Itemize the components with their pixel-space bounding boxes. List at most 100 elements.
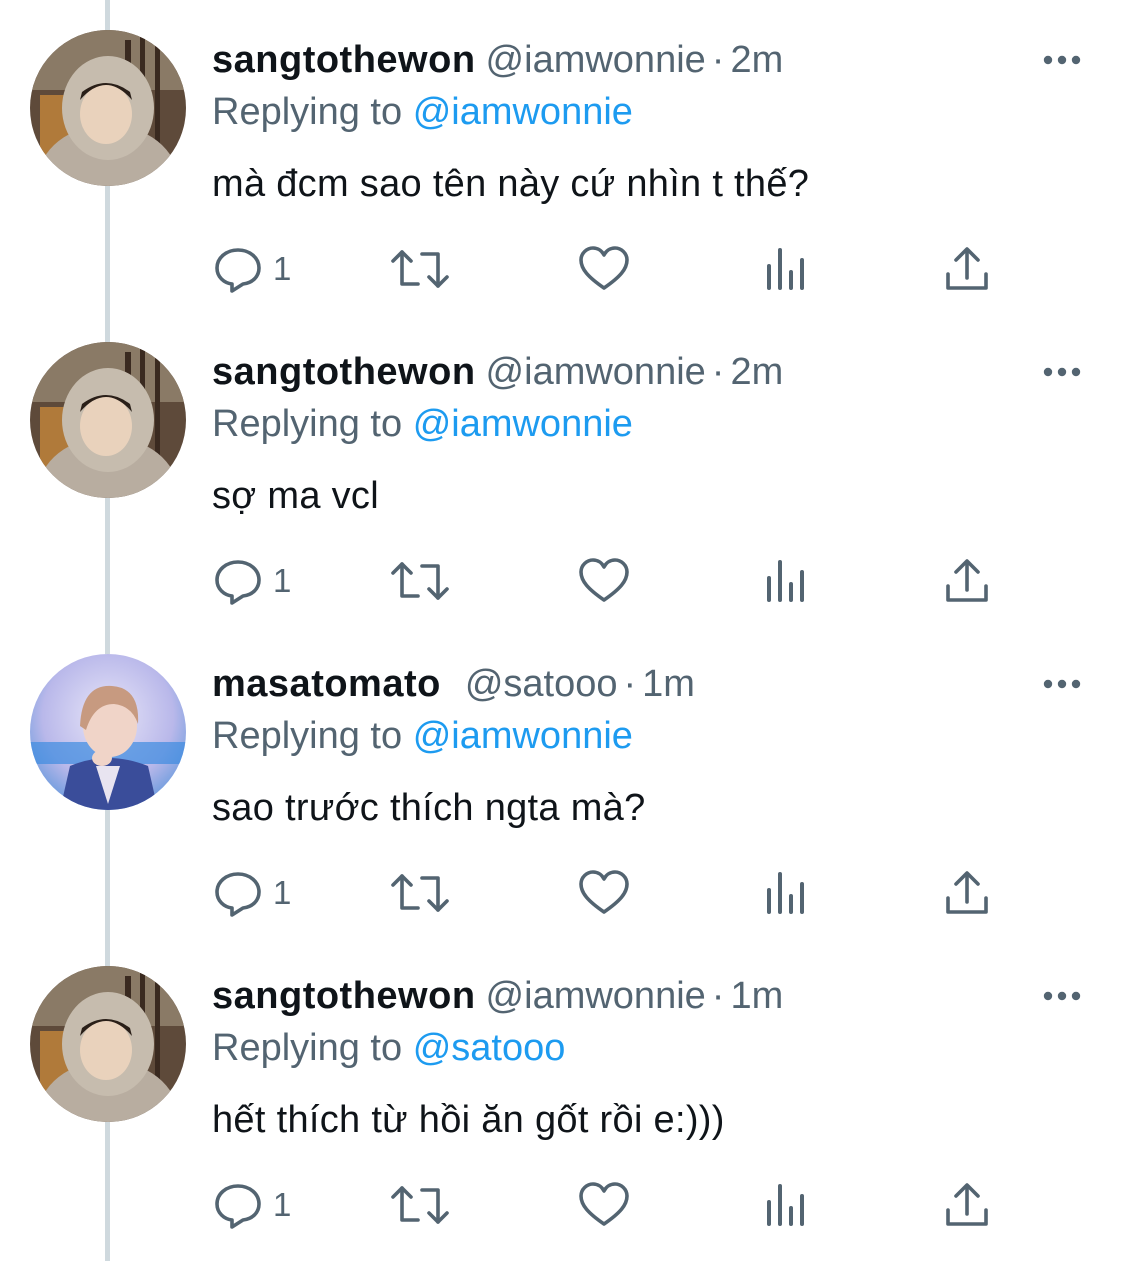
share-icon: [946, 1183, 988, 1226]
action-bar: 1: [0, 244, 1125, 298]
reply-icon: [215, 872, 261, 917]
more-icon: [1043, 679, 1081, 689]
views-icon: [767, 1184, 804, 1226]
retweet-icon: [391, 250, 449, 288]
display-name[interactable]: sangtothewon: [212, 351, 476, 393]
timestamp[interactable]: 1m: [642, 663, 695, 705]
share-icon: [946, 871, 988, 914]
tweet-text: hết thích từ hồi ăn gốt rồi e:))): [212, 1099, 725, 1141]
timestamp[interactable]: 1m: [730, 975, 783, 1017]
views-button[interactable]: [763, 556, 807, 606]
more-options-button[interactable]: [1040, 976, 1084, 1016]
avatar[interactable]: [30, 966, 186, 1122]
like-button[interactable]: [578, 868, 630, 918]
replying-to: Replying to @iamwonnie: [212, 400, 633, 448]
tweet-item[interactable]: sangtothewon @iamwonnie · 1m Replying to @s…: [0, 936, 1125, 1248]
separator: ·: [711, 39, 725, 81]
retweet-icon: [391, 1186, 449, 1224]
separator: ·: [623, 663, 637, 705]
reply-count: 1: [273, 874, 292, 911]
retweet-icon: [391, 562, 449, 600]
user-handle[interactable]: @satooo: [465, 663, 618, 705]
views-button[interactable]: [763, 1180, 807, 1230]
share-button[interactable]: [944, 244, 990, 294]
avatar[interactable]: [30, 30, 186, 186]
tweet-text: sao trước thích ngta mà?: [212, 787, 646, 829]
replying-to: Replying to @satooo: [212, 1024, 565, 1072]
mention-link[interactable]: @satooo: [413, 1027, 566, 1069]
tweet-text: sợ ma vcl: [212, 475, 379, 517]
reply-button[interactable]: 1: [213, 556, 291, 606]
replying-label: Replying to: [212, 403, 403, 445]
views-button[interactable]: [763, 244, 807, 294]
replying-to: Replying to @iamwonnie: [212, 88, 633, 136]
more-icon: [1043, 367, 1081, 377]
more-options-button[interactable]: [1040, 40, 1084, 80]
like-button[interactable]: [578, 244, 630, 294]
timestamp[interactable]: 2m: [730, 39, 783, 81]
mention-link[interactable]: @iamwonnie: [413, 403, 633, 445]
reply-icon: [215, 1184, 261, 1229]
reply-count: 1: [273, 250, 292, 287]
replying-label: Replying to: [212, 91, 403, 133]
separator: ·: [711, 975, 725, 1017]
views-icon: [767, 560, 804, 602]
like-icon: [579, 1182, 629, 1226]
avatar[interactable]: [30, 342, 186, 498]
display-name[interactable]: masatomato: [212, 663, 441, 705]
display-name[interactable]: sangtothewon: [212, 975, 476, 1017]
share-icon: [946, 559, 988, 602]
replying-label: Replying to: [212, 715, 403, 757]
reply-icon: [215, 560, 261, 605]
tweet-item[interactable]: sangtothewon @iamwonnie · 2m Replying to @i…: [0, 0, 1125, 312]
more-icon: [1043, 55, 1081, 65]
like-button[interactable]: [578, 1180, 630, 1230]
separator: ·: [711, 351, 725, 393]
more-icon: [1043, 991, 1081, 1001]
action-bar: 1: [0, 556, 1125, 610]
share-icon: [946, 247, 988, 290]
reply-button[interactable]: 1: [213, 1180, 291, 1230]
views-button[interactable]: [763, 868, 807, 918]
share-button[interactable]: [944, 556, 990, 606]
tweet-header: sangtothewon @iamwonnie · 1m: [212, 972, 783, 1020]
mention-link[interactable]: @iamwonnie: [413, 91, 633, 133]
reply-count: 1: [273, 562, 292, 599]
user-handle[interactable]: @iamwonnie: [486, 39, 706, 81]
tweet-item[interactable]: masatomato @satooo · 1m Replying to @iamwon…: [0, 624, 1125, 936]
display-name[interactable]: sangtothewon: [212, 39, 476, 81]
views-icon: [767, 248, 804, 290]
retweet-button[interactable]: [390, 1180, 450, 1230]
tweet-header: masatomato @satooo · 1m: [212, 660, 695, 708]
action-bar: 1: [0, 868, 1125, 922]
timestamp[interactable]: 2m: [730, 351, 783, 393]
reply-count: 1: [273, 1186, 292, 1223]
action-bar: 1: [0, 1180, 1125, 1234]
reply-button[interactable]: 1: [213, 868, 291, 918]
retweet-icon: [391, 874, 449, 912]
user-handle[interactable]: @iamwonnie: [486, 975, 706, 1017]
avatar[interactable]: [30, 654, 186, 810]
like-button[interactable]: [578, 556, 630, 606]
like-icon: [579, 246, 629, 290]
like-icon: [579, 558, 629, 602]
replying-to: Replying to @iamwonnie: [212, 712, 633, 760]
reply-button[interactable]: 1: [213, 244, 291, 294]
user-handle[interactable]: @iamwonnie: [486, 351, 706, 393]
replying-label: Replying to: [212, 1027, 403, 1069]
tweet-text: mà đcm sao tên này cứ nhìn t thế?: [212, 163, 810, 205]
share-button[interactable]: [944, 1180, 990, 1230]
like-icon: [579, 870, 629, 914]
retweet-button[interactable]: [390, 244, 450, 294]
tweet-header: sangtothewon @iamwonnie · 2m: [212, 348, 783, 396]
retweet-button[interactable]: [390, 556, 450, 606]
reply-icon: [215, 248, 261, 293]
tweet-header: sangtothewon @iamwonnie · 2m: [212, 36, 783, 84]
retweet-button[interactable]: [390, 868, 450, 918]
more-options-button[interactable]: [1040, 664, 1084, 704]
more-options-button[interactable]: [1040, 352, 1084, 392]
mention-link[interactable]: @iamwonnie: [413, 715, 633, 757]
share-button[interactable]: [944, 868, 990, 918]
tweet-item[interactable]: sangtothewon @iamwonnie · 2m Replying to @i…: [0, 312, 1125, 624]
views-icon: [767, 872, 804, 914]
